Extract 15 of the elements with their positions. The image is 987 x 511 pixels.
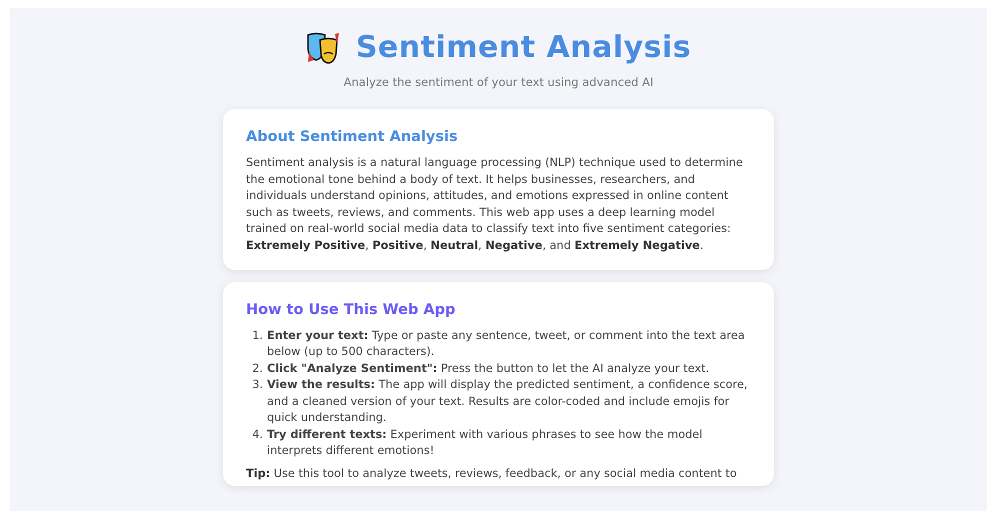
page-title: Sentiment Analysis — [356, 30, 692, 66]
about-paragraph: Sentiment analysis is a natural language processing (NLP) technique used to determine the emotional tone behind a body of text. It helps businesses, researchers, and individuals understand opinions, attitudes, and emotions expressed in online content such as tweets, reviews, and comments. This web app uses a deep learning model trained on real-world social media data to classify text into five sentiment categories: Extremely Positive, Positive, Neutral, Negative, and Extremely Negative. — [246, 155, 744, 254]
step-number: 2. — [251, 360, 263, 377]
theater-masks-icon — [306, 32, 340, 64]
card-heading: How to Use This Web App — [246, 301, 456, 320]
card-heading: About Sentiment Analysis — [246, 128, 459, 148]
step-number: 3. — [251, 377, 263, 394]
page-subtitle: Analyze the sentiment of your text using advanced AI — [342, 74, 654, 91]
step-text: View the results: The app will display the predicted sentiment, a confidence score, and a cleaned version of your text. Results are color-coded and include emojis for quick understanding. — [267, 377, 748, 426]
step-number: 1. — [251, 328, 263, 344]
step-number: 4. — [251, 426, 263, 443]
step-text: Try different texts: Experiment with various phrases to see how the model interprets different emotions! — [267, 426, 704, 460]
step-text: Enter your text: Type or paste any sentence, tweet, or comment into the text area below (up to 500 characters). — [267, 328, 746, 360]
tip-paragraph: Tip: Use this tool to analyze tweets, reviews, feedback, or any social media content to — [246, 466, 738, 482]
step-text: Click "Analyze Sentiment": Press the button to let the AI analyze your text. — [267, 360, 710, 377]
